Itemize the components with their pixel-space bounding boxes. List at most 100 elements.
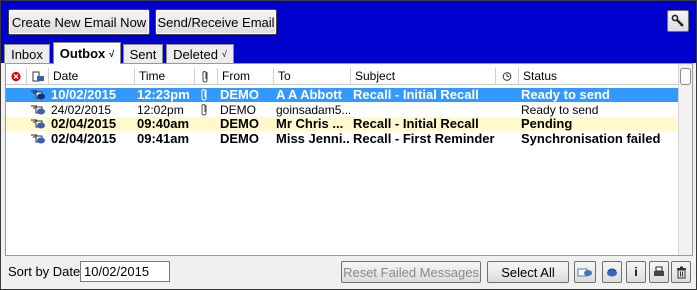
folder-tabs: Inbox Outbox √ Sent Deleted √	[1, 42, 696, 64]
row-subject: Recall - First Reminder	[353, 131, 495, 146]
row-date: 02/04/2015	[51, 131, 117, 146]
row-status: Synchronisation failed	[521, 131, 661, 146]
row-status: Pending	[521, 117, 573, 131]
row-error-cell	[6, 117, 26, 131]
tab-label: Deleted	[173, 46, 218, 62]
select-all-button[interactable]: Select All	[487, 261, 569, 283]
outgoing-email-icon	[29, 88, 48, 102]
scroll-thumb[interactable]	[680, 68, 691, 85]
column-error[interactable]	[6, 68, 26, 85]
row-to: Miss Jenni...	[276, 131, 350, 146]
row-type-cell	[26, 103, 48, 117]
column-attachment[interactable]	[194, 68, 217, 85]
column-to[interactable]: To	[273, 68, 350, 85]
row-from: DEMO	[220, 117, 259, 131]
row-date: 24/02/2015	[51, 102, 112, 117]
column-status[interactable]: Status	[518, 68, 678, 85]
tab-tick: √	[221, 49, 227, 59]
row-to: goinsadam5...	[276, 102, 350, 117]
row-attachment	[194, 88, 217, 102]
table-row[interactable]: 02/04/2015 09:41am DEMO Miss Jenni... Recall…	[6, 132, 678, 146]
delete-button[interactable]	[671, 261, 691, 283]
vertical-scrollbar[interactable]	[678, 64, 692, 255]
row-error-cell	[6, 132, 26, 146]
row-error-cell	[6, 88, 26, 102]
tab-sent[interactable]: Sent	[123, 44, 163, 63]
row-subject: Recall - Initial Recall	[353, 88, 479, 102]
outgoing-email-icon	[29, 117, 48, 131]
tab-label: Sent	[129, 46, 157, 62]
row-time: 09:41am	[137, 131, 190, 146]
email-type-icon	[31, 68, 48, 85]
row-attachment	[194, 132, 217, 146]
table-row[interactable]: 24/02/2015 12:02pm DEMO goinsadam5... Ready …	[6, 103, 678, 117]
row-status: Ready to send	[521, 88, 610, 102]
sort-date-input[interactable]	[80, 261, 170, 282]
row-error-cell	[6, 103, 26, 117]
tab-label: Outbox	[59, 46, 106, 61]
printer-icon	[653, 266, 665, 278]
tools-button[interactable]	[667, 10, 689, 32]
column-time[interactable]: Time	[134, 68, 194, 85]
row-type-cell	[26, 88, 48, 102]
table-row[interactable]: 10/02/2015 12:23pm DEMO A A Abbott Recall - …	[6, 88, 678, 102]
row-time: 12:02pm	[137, 102, 184, 117]
paperclip-icon	[200, 88, 217, 102]
refresh-button[interactable]	[602, 261, 622, 283]
row-from: DEMO	[220, 102, 256, 117]
row-type-cell	[26, 117, 48, 131]
trash-icon	[676, 266, 687, 279]
row-status: Ready to send	[521, 102, 599, 117]
row-subject	[350, 103, 495, 117]
create-new-email-button[interactable]: Create New Email Now	[8, 9, 150, 35]
refresh-icon	[605, 265, 619, 279]
paperclip-icon	[200, 103, 217, 117]
row-clock-cell	[495, 117, 518, 131]
reply-button[interactable]	[574, 261, 596, 283]
tab-tick: √	[109, 48, 115, 59]
info-icon: i	[634, 265, 638, 279]
column-date[interactable]: Date	[48, 68, 134, 85]
row-type-cell	[26, 132, 48, 146]
tools-icon	[671, 14, 685, 28]
row-from: DEMO	[220, 131, 259, 146]
tab-deleted[interactable]: Deleted √	[166, 44, 234, 63]
send-receive-email-button[interactable]: Send/Receive Email	[155, 9, 277, 35]
sort-by-date-label: Sort by Date	[8, 264, 81, 279]
paperclip-icon	[201, 68, 217, 85]
row-date: 10/02/2015	[51, 88, 117, 102]
column-from[interactable]: From	[217, 68, 273, 85]
outgoing-email-icon	[29, 103, 48, 117]
tab-label: Inbox	[11, 46, 43, 62]
column-headers: Date Time From To Subject Status	[6, 68, 678, 85]
row-clock-cell	[495, 103, 518, 117]
row-time: 09:40am	[137, 117, 190, 131]
row-to: A A Abbott	[276, 88, 342, 102]
column-clock[interactable]	[495, 68, 518, 85]
tab-inbox[interactable]: Inbox	[4, 44, 50, 63]
top-toolbar: Create New Email Now Send/Receive Email …	[1, 1, 696, 64]
row-date: 02/04/2015	[51, 117, 117, 131]
column-type[interactable]	[26, 68, 48, 85]
column-subject[interactable]: Subject	[350, 68, 495, 85]
email-reply-icon	[577, 266, 593, 278]
row-time: 12:23pm	[137, 88, 190, 102]
reset-failed-messages-button[interactable]: Reset Failed Messages	[341, 261, 481, 283]
message-list: Date Time From To Subject Status 10/02/2…	[5, 63, 693, 256]
clock-icon	[502, 68, 518, 85]
info-button[interactable]: i	[626, 261, 646, 283]
row-from: DEMO	[220, 88, 259, 102]
row-attachment	[194, 103, 217, 117]
row-clock-cell	[495, 132, 518, 146]
error-icon	[11, 68, 26, 85]
row-attachment	[194, 117, 217, 131]
outbox-window: Create New Email Now Send/Receive Email …	[0, 0, 697, 290]
bottom-bar: Sort by Date Reset Failed Messages Selec…	[1, 257, 696, 289]
row-to: Mr Chris ...	[276, 117, 344, 131]
row-clock-cell	[495, 88, 518, 102]
print-button[interactable]	[649, 261, 669, 283]
tab-outbox[interactable]: Outbox √	[53, 42, 121, 64]
outgoing-email-icon	[29, 132, 48, 146]
table-row[interactable]: 02/04/2015 09:40am DEMO Mr Chris ... Recall …	[6, 117, 678, 131]
row-subject: Recall - Initial Recall	[353, 117, 479, 131]
